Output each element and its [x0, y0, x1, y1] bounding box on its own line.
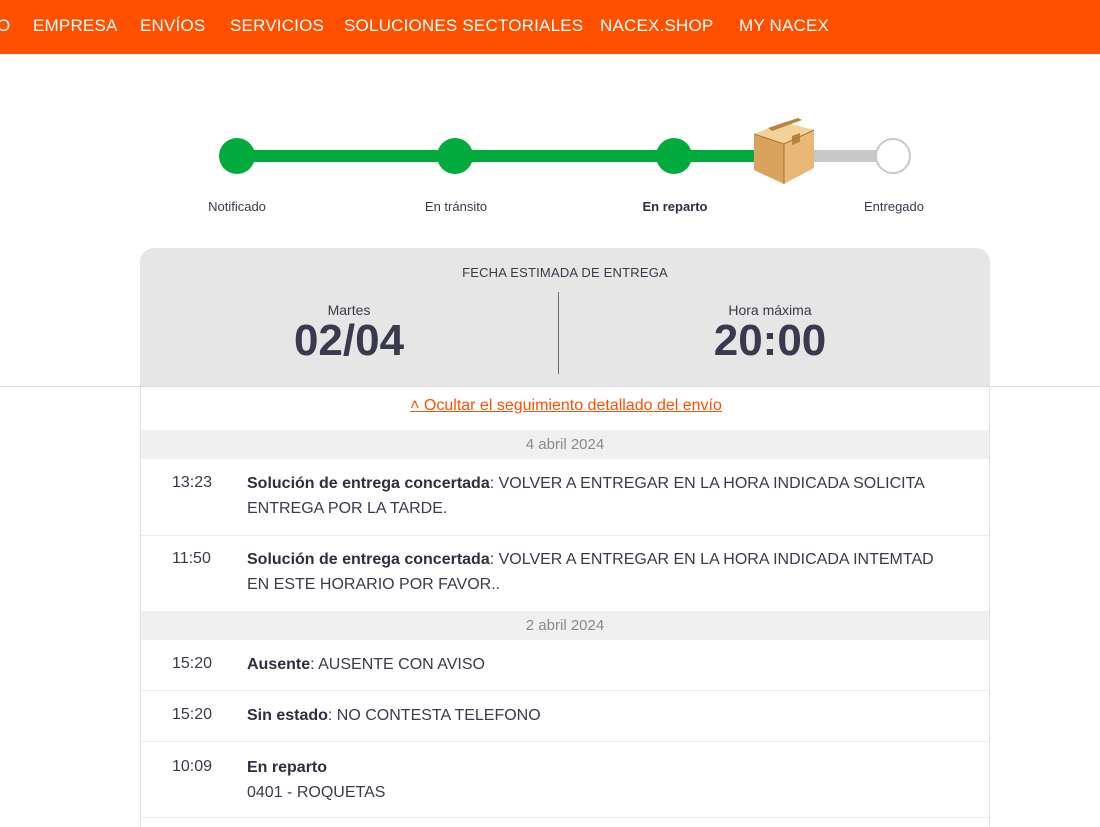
- event-detail: 0401 - ROQUETAS: [247, 784, 386, 801]
- event-detail: : AUSENTE CON AVISO: [310, 656, 485, 673]
- nav-item-truncated[interactable]: O: [0, 16, 10, 36]
- step-dot-en-transito: [437, 138, 473, 174]
- max-hour: 20:00: [713, 316, 827, 365]
- tracking-event-row: 10:09 En reparto 0401 - ROQUETAS: [141, 742, 989, 818]
- nav-item-soluciones-sectoriales[interactable]: SOLUCIONES SECTORIALES: [344, 16, 583, 36]
- estimated-delivery-card: FECHA ESTIMADA DE ENTREGA Martes 02/04 H…: [140, 248, 990, 387]
- event-time: 10:09: [172, 758, 213, 775]
- step-dot-en-reparto: [656, 138, 692, 174]
- progress-line-pending: [810, 150, 882, 162]
- nav-item-empresa[interactable]: EMPRESA: [33, 16, 118, 36]
- date-group-header: 4 abril 2024: [141, 430, 989, 459]
- event-text: En reparto 0401 - ROQUETAS: [247, 755, 947, 805]
- nav-item-my-nacex[interactable]: MY NACEX: [739, 16, 829, 36]
- event-time: 15:20: [172, 655, 213, 672]
- step-label-entregado: Entregado: [864, 199, 924, 214]
- event-text: Solución de entrega concertada: VOLVER A…: [247, 547, 947, 597]
- package-box-icon: [753, 118, 815, 184]
- event-status: Ausente: [247, 656, 311, 673]
- step-dot-entregado: [875, 138, 911, 174]
- event-text: Ausente: AUSENTE CON AVISO: [247, 652, 947, 677]
- tracking-event-row: 15:20 Ausente: AUSENTE CON AVISO: [141, 640, 989, 691]
- delivery-date: 02/04: [293, 316, 405, 365]
- hide-tracking-details-link[interactable]: ˄ Ocultar el seguimiento detallado del e…: [141, 397, 991, 415]
- date-group-header: 2 abril 2024: [141, 611, 989, 640]
- event-time: 15:20: [172, 706, 213, 723]
- event-status: Solución de entrega concertada: [247, 551, 490, 568]
- step-label-notificado: Notificado: [208, 199, 266, 214]
- tracking-detail-list: ˄ Ocultar el seguimiento detallado del e…: [140, 387, 990, 827]
- estado-label: Estado:: [187, 52, 249, 72]
- event-time: 13:23: [172, 474, 213, 491]
- top-navigation-bar: O EMPRESA ENVÍOS SERVICIOS SOLUCIONES SE…: [0, 0, 1100, 54]
- event-text: Sin estado: NO CONTESTA TELEFONO: [247, 703, 947, 728]
- card-divider: [558, 292, 559, 374]
- nav-item-envios[interactable]: ENVÍOS: [140, 16, 205, 36]
- tracking-event-row: 15:20 Sin estado: NO CONTESTA TELEFONO: [141, 691, 989, 742]
- step-label-en-transito: En tránsito: [424, 199, 488, 214]
- tracking-event-row: 13:23 Solución de entrega concertada: VO…: [141, 459, 989, 536]
- event-status: Solución de entrega concertada: [247, 475, 490, 492]
- step-label-en-reparto: En reparto: [642, 199, 708, 214]
- estimated-delivery-title: FECHA ESTIMADA DE ENTREGA: [462, 265, 668, 280]
- nav-item-nacex-shop[interactable]: NACEX.SHOP: [600, 16, 713, 36]
- event-status: Sin estado: [247, 707, 328, 724]
- event-status: En reparto: [247, 759, 328, 776]
- event-time: 11:50: [172, 550, 211, 567]
- nav-item-servicios[interactable]: SERVICIOS: [230, 16, 324, 36]
- event-text: Solución de entrega concertada: VOLVER A…: [247, 471, 947, 521]
- step-dot-notificado: [219, 138, 255, 174]
- tracking-event-row: 11:50 Solución de entrega concertada: VO…: [141, 536, 989, 611]
- event-detail: : NO CONTESTA TELEFONO: [327, 707, 541, 724]
